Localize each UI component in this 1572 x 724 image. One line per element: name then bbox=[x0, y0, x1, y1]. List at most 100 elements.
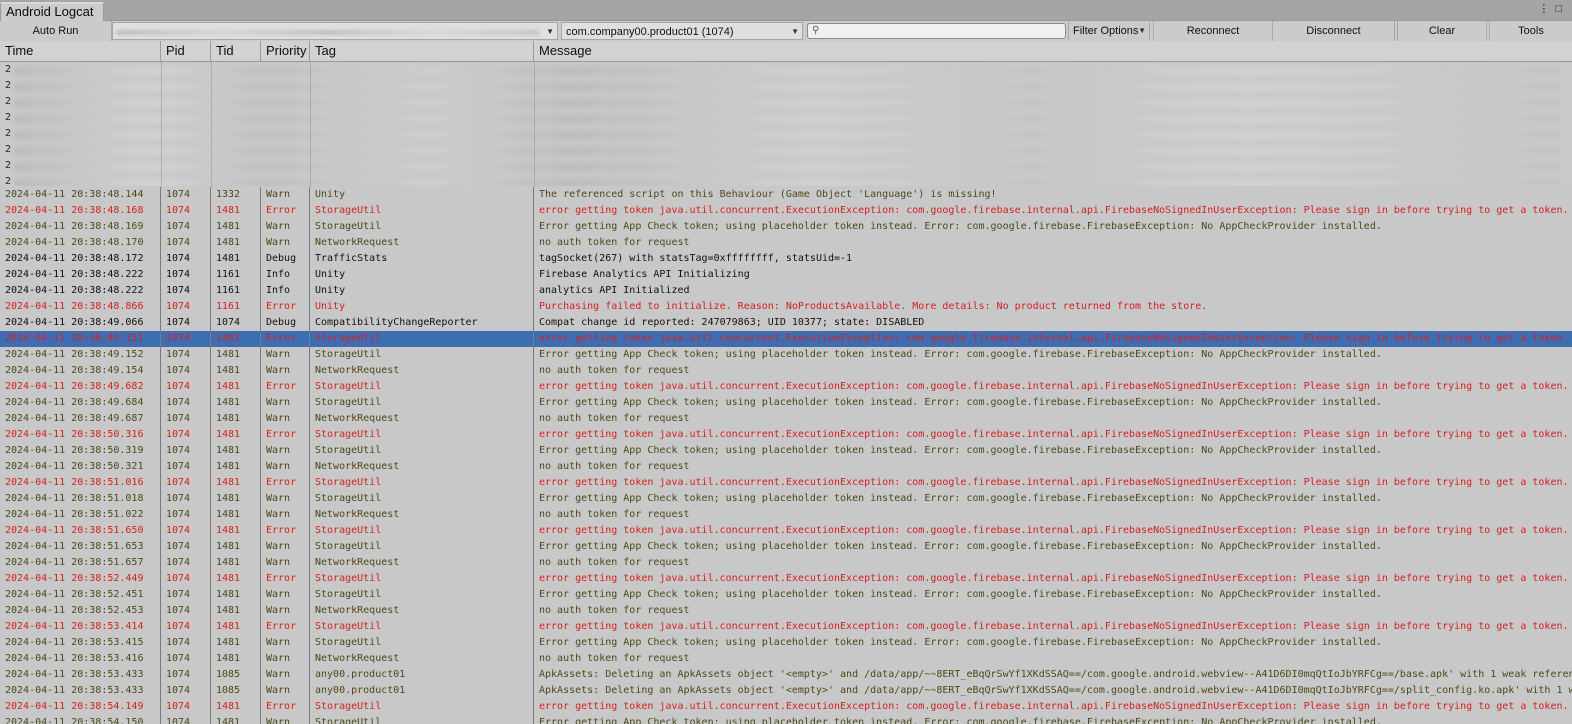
log-row[interactable]: 2024-04-11 20:38:48.170 1074 1481 Warn Netwo… bbox=[0, 235, 1572, 251]
cell-time: 2024-04-11 20:38:49.152 bbox=[0, 347, 161, 363]
cell-tag: NetworkRequest bbox=[310, 603, 534, 619]
cell-priority: Warn bbox=[261, 459, 310, 475]
cell-pid: 1074 bbox=[161, 587, 211, 603]
log-row[interactable]: 2024-04-11 20:38:51.657 1074 1481 Warn Netwo… bbox=[0, 555, 1572, 571]
search-input[interactable]: ⚲ bbox=[807, 23, 1066, 39]
cell-priority: Debug bbox=[261, 251, 310, 267]
log-row[interactable]: 2024-04-11 20:38:51.018 1074 1481 Warn Stora… bbox=[0, 491, 1572, 507]
log-row[interactable]: 2024-04-11 20:38:50.319 1074 1481 Warn Stora… bbox=[0, 443, 1572, 459]
log-row[interactable]: 2024-04-11 20:38:53.415 1074 1481 Warn Stora… bbox=[0, 635, 1572, 651]
log-row[interactable]: 2024-04-11 20:38:49.684 1074 1481 Warn Stora… bbox=[0, 395, 1572, 411]
log-row[interactable]: 2024-04-11 20:38:52.449 1074 1481 Error Stor… bbox=[0, 571, 1572, 587]
cell-tag: Unity bbox=[310, 267, 534, 283]
log-row[interactable]: 2024-04-11 20:38:54.149 1074 1481 Error Stor… bbox=[0, 699, 1572, 715]
blurred-log-row[interactable]: 2 bbox=[0, 159, 1572, 175]
blurred-log-row[interactable]: 2 bbox=[0, 111, 1572, 127]
log-row[interactable]: 2024-04-11 20:38:53.414 1074 1481 Error Stor… bbox=[0, 619, 1572, 635]
auto-run-button[interactable]: Auto Run bbox=[0, 21, 112, 41]
log-table-header: Time Pid Tid Priority Tag Message bbox=[0, 41, 1572, 62]
log-row[interactable]: 2024-04-11 20:38:52.453 1074 1481 Warn Netwo… bbox=[0, 603, 1572, 619]
cell-message: no auth token for request bbox=[539, 509, 690, 520]
cell-message: Error getting App Check token; using pla… bbox=[539, 637, 1382, 648]
cell-time: 2024-04-11 20:38:51.657 bbox=[0, 555, 161, 571]
cell-message: error getting token java.util.concurrent… bbox=[539, 525, 1569, 536]
kebab-menu-icon[interactable]: ⋮ bbox=[1538, 3, 1555, 15]
cell-tid: 1481 bbox=[211, 427, 261, 443]
log-row[interactable]: 2024-04-11 20:38:48.866 1074 1161 Error Unit… bbox=[0, 299, 1572, 315]
column-header-message[interactable]: Message bbox=[534, 41, 1572, 61]
cell-tag: StorageUtil bbox=[310, 379, 534, 395]
cell-time: 2024-04-11 20:38:48.168 bbox=[0, 203, 161, 219]
log-row[interactable]: 2024-04-11 20:38:48.222 1074 1161 Info Unity… bbox=[0, 283, 1572, 299]
log-row[interactable]: 2024-04-11 20:38:53.416 1074 1481 Warn Netwo… bbox=[0, 651, 1572, 667]
column-header-pid[interactable]: Pid bbox=[161, 41, 211, 61]
tab-android-logcat[interactable]: Android Logcat bbox=[0, 2, 104, 21]
cell-tid: 1481 bbox=[211, 699, 261, 715]
cell-priority: Warn bbox=[261, 491, 310, 507]
log-table-body[interactable]: 2024-04-11 20:38:48.144 1074 1332 Warn Unity… bbox=[0, 187, 1572, 724]
cell-pid: 1074 bbox=[161, 283, 211, 299]
column-header-tag[interactable]: Tag bbox=[310, 41, 534, 61]
cell-priority: Warn bbox=[261, 187, 310, 203]
cell-pid: 1074 bbox=[161, 539, 211, 555]
cell-message: no auth token for request bbox=[539, 557, 690, 568]
device-dropdown[interactable]: ▼ bbox=[112, 22, 558, 40]
tools-button[interactable]: Tools bbox=[1489, 21, 1572, 41]
package-dropdown[interactable]: com.company00.product01 (1074) ▼ bbox=[561, 22, 803, 40]
cell-pid: 1074 bbox=[161, 235, 211, 251]
log-row[interactable]: 2024-04-11 20:38:49.682 1074 1481 Error Stor… bbox=[0, 379, 1572, 395]
log-row[interactable]: 2024-04-11 20:38:52.451 1074 1481 Warn Stora… bbox=[0, 587, 1572, 603]
log-row[interactable]: 2024-04-11 20:38:48.172 1074 1481 Debug Traf… bbox=[0, 251, 1572, 267]
log-row[interactable]: 2024-04-11 20:38:51.653 1074 1481 Warn Stora… bbox=[0, 539, 1572, 555]
cell-priority: Info bbox=[261, 267, 310, 283]
cell-pid: 1074 bbox=[161, 267, 211, 283]
cell-tid: 1481 bbox=[211, 395, 261, 411]
blurred-log-row[interactable]: 2 bbox=[0, 63, 1572, 79]
log-row[interactable]: 2024-04-11 20:38:53.433 1074 1085 Warn any00… bbox=[0, 683, 1572, 699]
cell-time: 2024-04-11 20:38:49.682 bbox=[0, 379, 161, 395]
cell-tid: 1085 bbox=[211, 683, 261, 699]
reconnect-button[interactable]: Reconnect bbox=[1153, 21, 1273, 41]
column-header-tid[interactable]: Tid bbox=[211, 41, 261, 61]
cell-tid: 1481 bbox=[211, 411, 261, 427]
log-row[interactable]: 2024-04-11 20:38:48.222 1074 1161 Info Unity… bbox=[0, 267, 1572, 283]
cell-tag: StorageUtil bbox=[310, 331, 534, 347]
clear-button[interactable]: Clear bbox=[1397, 21, 1487, 41]
column-header-priority[interactable]: Priority bbox=[261, 41, 310, 61]
log-row[interactable]: 2024-04-11 20:38:48.144 1074 1332 Warn Unity… bbox=[0, 187, 1572, 203]
log-row[interactable]: 2024-04-11 20:38:49.154 1074 1481 Warn Netwo… bbox=[0, 363, 1572, 379]
cell-priority: Error bbox=[261, 571, 310, 587]
log-row-selected[interactable]: 2024-04-11 20:38:49.151 1074 1481 Error Stor… bbox=[0, 331, 1572, 347]
log-row[interactable]: 2024-04-11 20:38:53.433 1074 1085 Warn any00… bbox=[0, 667, 1572, 683]
disconnect-button[interactable]: Disconnect bbox=[1273, 21, 1395, 41]
maximize-icon[interactable]: □ bbox=[1555, 3, 1568, 15]
cell-pid: 1074 bbox=[161, 635, 211, 651]
log-row[interactable]: 2024-04-11 20:38:48.168 1074 1481 Error Stor… bbox=[0, 203, 1572, 219]
cell-priority: Warn bbox=[261, 683, 310, 699]
log-row[interactable]: 2024-04-11 20:38:51.650 1074 1481 Error Stor… bbox=[0, 523, 1572, 539]
filter-options-dropdown[interactable]: Filter Options ▼ bbox=[1068, 22, 1150, 40]
blurred-log-row[interactable]: 2 bbox=[0, 127, 1572, 143]
blurred-log-row[interactable]: 2 bbox=[0, 95, 1572, 111]
cell-tag: Unity bbox=[310, 283, 534, 299]
log-row[interactable]: 2024-04-11 20:38:54.150 1074 1481 Warn Stora… bbox=[0, 715, 1572, 724]
log-row[interactable]: 2024-04-11 20:38:50.316 1074 1481 Error Stor… bbox=[0, 427, 1572, 443]
log-row[interactable]: 2024-04-11 20:38:49.152 1074 1481 Warn Stora… bbox=[0, 347, 1572, 363]
column-header-time[interactable]: Time bbox=[0, 41, 161, 61]
cell-pid: 1074 bbox=[161, 683, 211, 699]
log-row[interactable]: 2024-04-11 20:38:48.169 1074 1481 Warn Stora… bbox=[0, 219, 1572, 235]
log-row[interactable]: 2024-04-11 20:38:49.066 1074 1074 Debug Comp… bbox=[0, 315, 1572, 331]
log-row[interactable]: 2024-04-11 20:38:49.687 1074 1481 Warn Netwo… bbox=[0, 411, 1572, 427]
log-row[interactable]: 2024-04-11 20:38:50.321 1074 1481 Warn Netwo… bbox=[0, 459, 1572, 475]
cell-tid: 1481 bbox=[211, 251, 261, 267]
cell-tid: 1161 bbox=[211, 267, 261, 283]
log-row[interactable]: 2024-04-11 20:38:51.022 1074 1481 Warn Netwo… bbox=[0, 507, 1572, 523]
cell-pid: 1074 bbox=[161, 315, 211, 331]
cell-tag: Unity bbox=[310, 299, 534, 315]
cell-message: Error getting App Check token; using pla… bbox=[539, 589, 1382, 600]
blurred-log-row[interactable]: 2 bbox=[0, 79, 1572, 95]
blurred-log-row[interactable]: 2 bbox=[0, 143, 1572, 159]
cell-tid: 1481 bbox=[211, 619, 261, 635]
log-row[interactable]: 2024-04-11 20:38:51.016 1074 1481 Error Stor… bbox=[0, 475, 1572, 491]
blurred-log-row[interactable]: 2 bbox=[0, 175, 1572, 186]
